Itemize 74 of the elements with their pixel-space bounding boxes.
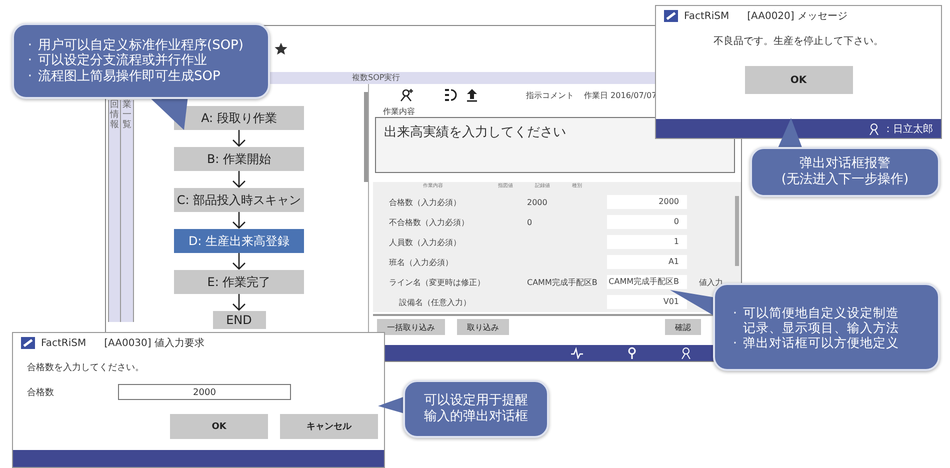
action-button[interactable]: 一括取り込み xyxy=(377,319,445,335)
value-field[interactable]: V01 xyxy=(607,295,687,309)
upload-icon[interactable] xyxy=(466,88,478,102)
user-icon[interactable] xyxy=(681,347,691,359)
callout-text: 弹出对话框可以方便地定义 xyxy=(743,334,899,350)
app-name: FactRiSM xyxy=(41,338,86,348)
scrollbar[interactable] xyxy=(364,92,368,182)
flow-arrow xyxy=(232,294,246,311)
flow-arrow xyxy=(232,130,246,147)
content-label: 作業内容 xyxy=(382,106,416,117)
flow-step[interactable]: D: 生産出来高登録 xyxy=(174,229,304,253)
comment-label: 指示コメント xyxy=(526,90,574,100)
action-button[interactable]: 確認 xyxy=(665,319,701,335)
callout-text: 记录、显示项目、输入方法 xyxy=(743,320,899,334)
field-label: 合格数 xyxy=(26,386,55,398)
value-field[interactable]: 2000 xyxy=(607,195,687,209)
callout-text: 弹出对话框报警 xyxy=(800,156,890,172)
action-button[interactable]: 取り込み xyxy=(457,319,509,335)
ok-button[interactable]: OK xyxy=(744,66,852,94)
star-icon[interactable] xyxy=(274,42,288,56)
work-date: 作業日 2016/07/07 xyxy=(584,90,657,100)
value-field[interactable]: A1 xyxy=(607,255,687,269)
value-field[interactable]: 0 xyxy=(607,215,687,229)
row-label: 設備名（任意入力） xyxy=(398,296,472,308)
content-text-area[interactable]: 出来高実績を入力してください xyxy=(375,117,735,173)
side-tab[interactable]: 業一覧 xyxy=(121,100,134,322)
user-name: ：日立太郎 xyxy=(883,122,933,136)
side-tab[interactable]: 回情報 xyxy=(108,100,121,322)
flow-step[interactable]: B: 作業開始 xyxy=(174,147,304,171)
bullet: · xyxy=(26,38,34,54)
user-add-icon[interactable] xyxy=(400,88,414,102)
scrollbar[interactable] xyxy=(735,196,739,266)
dialog-button[interactable]: キャンセル xyxy=(280,414,378,439)
list-icon[interactable] xyxy=(444,88,458,102)
bullet: · xyxy=(26,53,34,69)
value-field[interactable]: 1 xyxy=(607,235,687,249)
planned-value: 0 xyxy=(527,218,532,226)
flow-arrow xyxy=(232,171,246,188)
flow-step[interactable]: E: 作業完了 xyxy=(174,270,304,294)
callout-text: (无法进入下一步操作) xyxy=(781,172,909,188)
row-label: 合格数（入力必須） xyxy=(388,196,462,208)
callout-text: 用户可以自定义标准作业程序(SOP) xyxy=(38,38,244,53)
value-field[interactable]: CAMM完成手配区B xyxy=(607,275,687,289)
pulse-icon[interactable] xyxy=(571,347,583,359)
row-label: ライン名（変更時は修正） xyxy=(388,276,486,288)
callout-text: 输入的弹出对话框 xyxy=(424,409,528,425)
flow-arrow xyxy=(232,212,246,229)
user-icon xyxy=(869,122,879,134)
planned-value: CAMM完成手配区B xyxy=(527,278,598,286)
dialog-message: 不良品です。生産を停止して下さい。 xyxy=(712,34,884,48)
window-title: 複数SOP実行 xyxy=(352,73,400,82)
dialog-title: [AA0030] 値入力要求 xyxy=(104,336,204,350)
bullet: · xyxy=(732,334,738,350)
callout-text: 流程图上简易操作即可生成SOP xyxy=(38,68,220,84)
input-field[interactable]: 2000 xyxy=(118,384,291,400)
row-label: 不合格数（入力必須） xyxy=(388,216,470,228)
app-logo-icon xyxy=(21,337,35,349)
app-logo-icon xyxy=(664,10,678,22)
dialog-button[interactable]: OK xyxy=(170,414,268,439)
callout-text: 可以设定用于提醒 xyxy=(424,393,528,409)
flow-arrow xyxy=(232,253,246,270)
app-name: FactRiSM xyxy=(684,10,730,22)
bullet: · xyxy=(26,68,34,84)
pin-icon[interactable] xyxy=(627,347,637,359)
flow-step[interactable]: END xyxy=(212,311,266,329)
flow-step[interactable]: C: 部品投入時スキャン xyxy=(174,188,304,212)
callout-text: 可以简便地自定义设定制造 xyxy=(743,304,899,320)
dialog-prompt: 合格数を入力してください。 xyxy=(26,362,145,374)
dialog-title: [AA0020] メッセージ xyxy=(747,10,848,23)
row-label: 班名（入力必須） xyxy=(388,256,454,268)
row-label: 人員数（入力必須） xyxy=(388,236,462,248)
callout-text: 可以设定分支流程或并行作业 xyxy=(38,53,207,69)
bullet: · xyxy=(732,304,738,322)
planned-value: 2000 xyxy=(527,198,548,206)
